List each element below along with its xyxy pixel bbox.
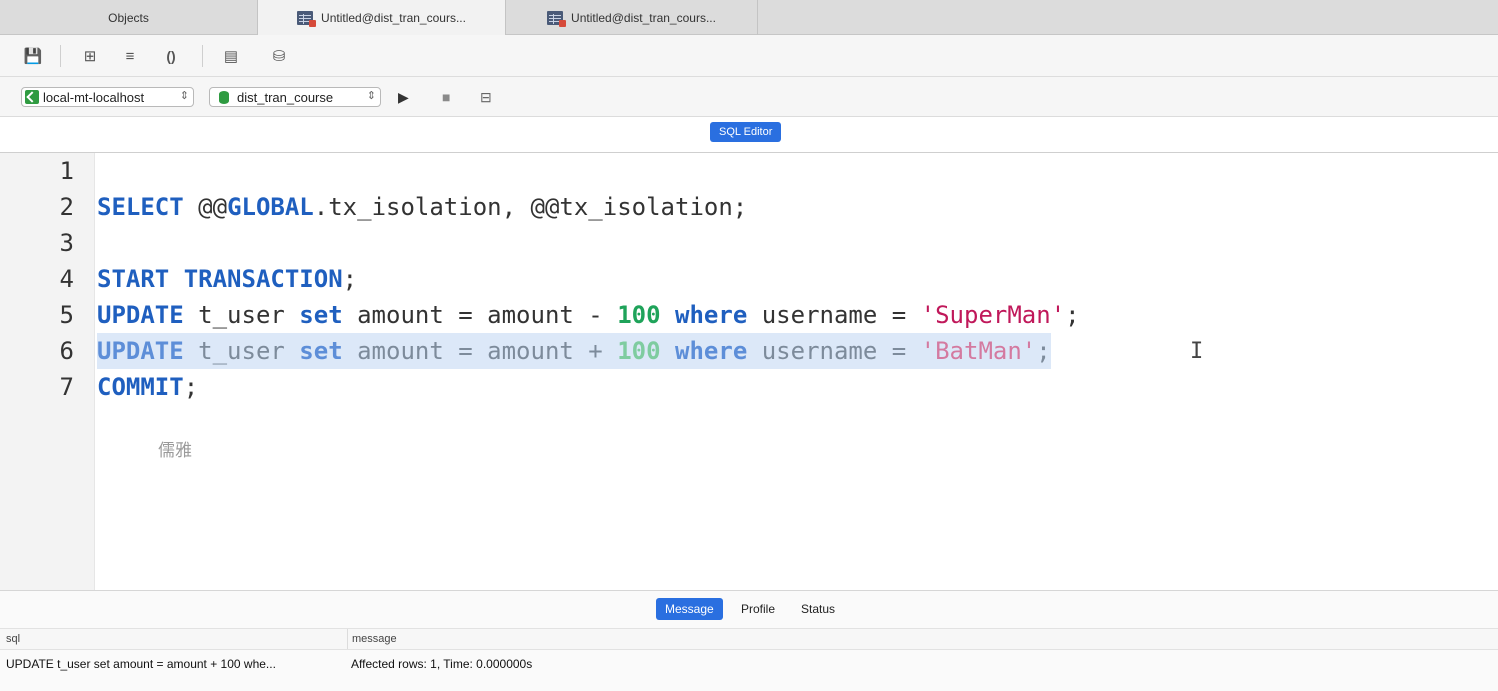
query-table-icon [547,10,567,27]
code-snippet-icon[interactable]: ▤ [220,46,242,66]
format-icon[interactable]: ⊞ [79,46,101,66]
result-column-header: sql message [0,628,1498,650]
tab-message[interactable]: Message [656,598,723,620]
sql-editor-tab[interactable]: SQL Editor [710,122,782,142]
database-select[interactable]: dist_tran_course ⇕ [209,87,381,107]
tab-objects-label: Objects [108,10,149,25]
code-line-5: UPDATE t_user set amount = amount - 100 … [97,301,1080,329]
connection-bar: local-mt-localhost ⇕ dist_tran_course ⇕ … [0,77,1498,117]
column-message[interactable]: message [352,633,397,645]
cell-message: Affected rows: 1, Time: 0.000000s [351,657,533,671]
database-icon [219,90,229,104]
text-cursor-icon: I [1190,339,1204,364]
tab-bar: Objects Untitled@dist_tran_cours... Unti… [0,0,1498,35]
beautify-sql-icon[interactable]: ≡ [119,46,141,66]
stepper-icon: ⇕ [366,90,376,102]
code-line-2: SELECT @@GLOBAL.tx_isolation, @@tx_isola… [97,193,748,221]
code-line-7: COMMIT; [97,373,199,401]
tab-query-1[interactable]: Untitled@dist_tran_cours... [258,0,506,35]
save-icon[interactable]: 💾 [22,46,44,66]
line-number: 4 [59,265,74,293]
run-icon[interactable]: ▶ [398,89,409,106]
navicat-window: Objects Untitled@dist_tran_cours... Unti… [0,0,1498,691]
tab-status[interactable]: Status [801,598,835,620]
line-number: 5 [59,301,74,329]
line-number: 3 [59,229,74,257]
database-name: dist_tran_course [237,89,334,105]
stop-icon[interactable]: ■ [442,89,450,105]
line-number: 2 [59,193,74,221]
query-toolbar: 💾 ⊞ ≡ () ▤ ⛁ [0,35,1498,77]
result-panel: Message Profile Status sql message UPDAT… [0,590,1498,691]
column-sql[interactable]: sql [6,633,20,645]
table-row[interactable]: UPDATE t_user set amount = amount + 100 … [0,653,1498,675]
query-table-icon [297,10,317,27]
connection-name: local-mt-localhost [43,89,145,105]
line-number: 1 [59,157,74,185]
connection-select[interactable]: local-mt-localhost ⇕ [21,87,194,107]
editor-label-row: SQL Editor [0,117,1498,153]
code-line-4: START TRANSACTION; [97,265,358,293]
line-number-gutter: 1 2 3 4 5 6 7 [0,153,95,590]
line-number: 6 [59,337,74,365]
cell-sql: UPDATE t_user set amount = amount + 100 … [6,657,276,671]
connection-icon [25,90,39,104]
explain-plan-icon[interactable]: ⊟ [480,89,492,106]
tab-query-2[interactable]: Untitled@dist_tran_cours... [506,0,758,35]
tab-profile[interactable]: Profile [741,598,775,620]
sql-editor[interactable]: 1 2 3 4 5 6 7 SELECT @@GLOBAL.tx_isolati… [0,153,1498,590]
line-number: 7 [59,373,74,401]
tab-query-1-label: Untitled@dist_tran_cours... [321,10,466,25]
watermark-text: 儒雅 [158,441,192,460]
code-line-6-selected: UPDATE t_user set amount = amount + 100 … [97,333,1051,369]
explain-icon[interactable]: ⛁ [268,46,290,66]
stepper-icon: ⇕ [179,90,189,102]
parentheses-icon[interactable]: () [160,46,182,66]
tab-objects[interactable]: Objects [0,0,258,35]
tab-query-2-label: Untitled@dist_tran_cours... [571,10,716,25]
